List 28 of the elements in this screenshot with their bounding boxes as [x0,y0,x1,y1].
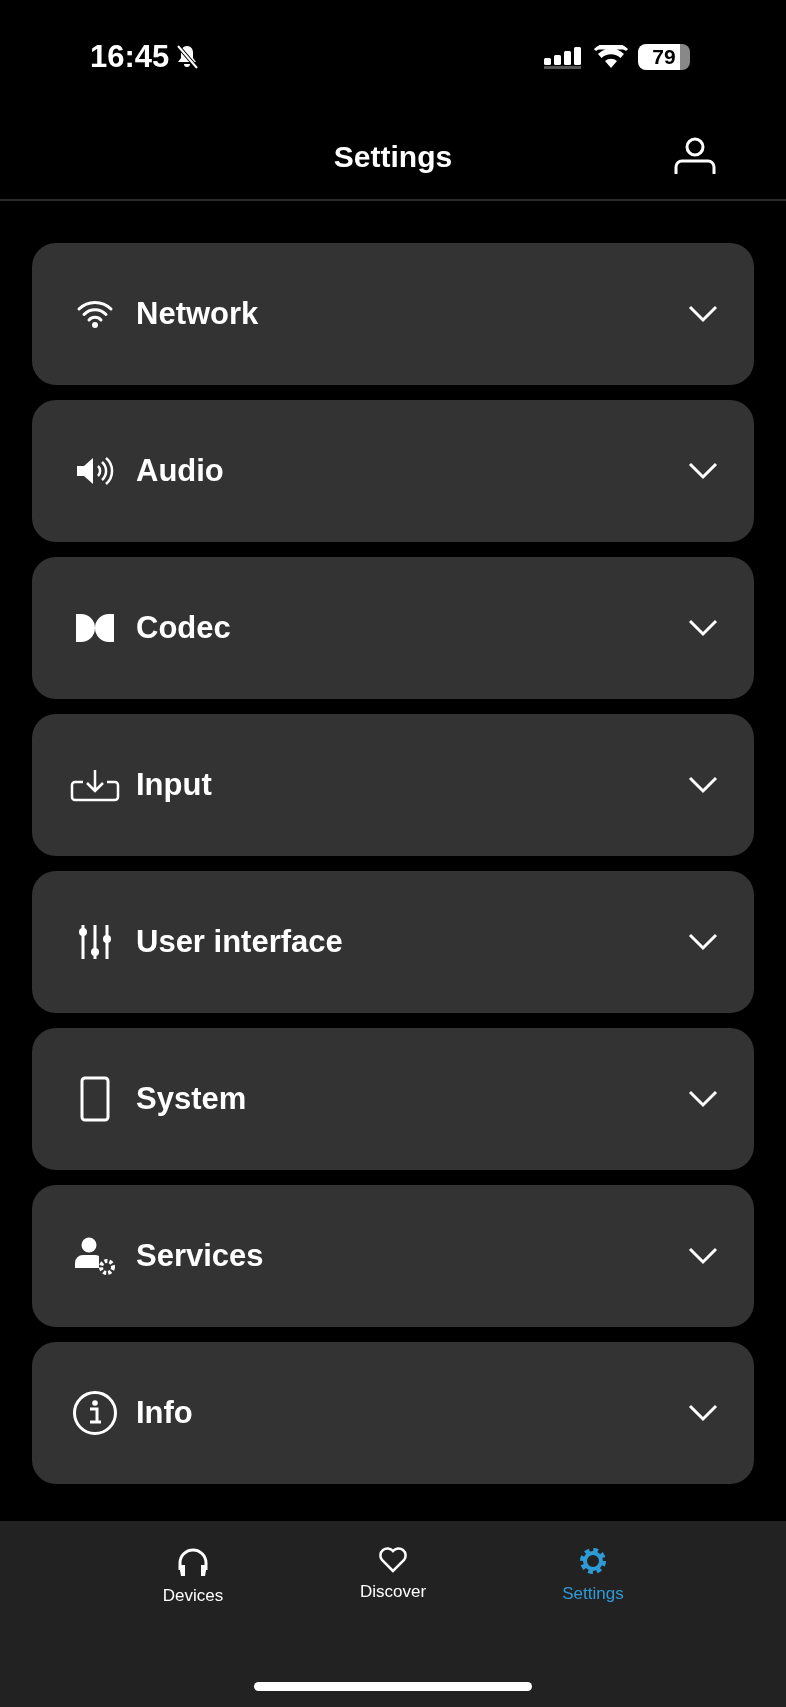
settings-section[interactable]: Services [32,1185,754,1327]
settings-section[interactable]: Audio [32,400,754,542]
settings-section[interactable]: Input [32,714,754,856]
wifi-icon [76,299,114,329]
heart-icon [378,1546,408,1574]
sliders-icon [78,923,112,961]
settings-section[interactable]: User interface [32,871,754,1013]
settings-section[interactable]: Codec [32,557,754,699]
signal-icon [544,45,584,69]
battery-level: 79 [652,45,676,69]
user-gear-icon [73,1236,117,1276]
nav-tab[interactable]: Devices [118,1545,268,1607]
codec-icon [74,612,116,644]
person-icon[interactable] [674,137,716,175]
settings-icon [578,1546,608,1576]
settings-section[interactable]: Info [32,1342,754,1484]
headphones-icon [176,1546,210,1578]
phone-icon [80,1076,110,1122]
clock: 16:45 [90,39,170,75]
settings-section[interactable]: System [32,1028,754,1170]
page-title: Settings [333,139,453,174]
nav-tab[interactable]: Settings [518,1545,668,1607]
wifi-status-icon [594,45,628,69]
nav-tab[interactable]: Discover [318,1545,468,1607]
info-icon [72,1390,118,1436]
settings-section[interactable]: Network [32,243,754,385]
speaker-icon [75,455,115,487]
input-tray-icon [70,768,120,802]
